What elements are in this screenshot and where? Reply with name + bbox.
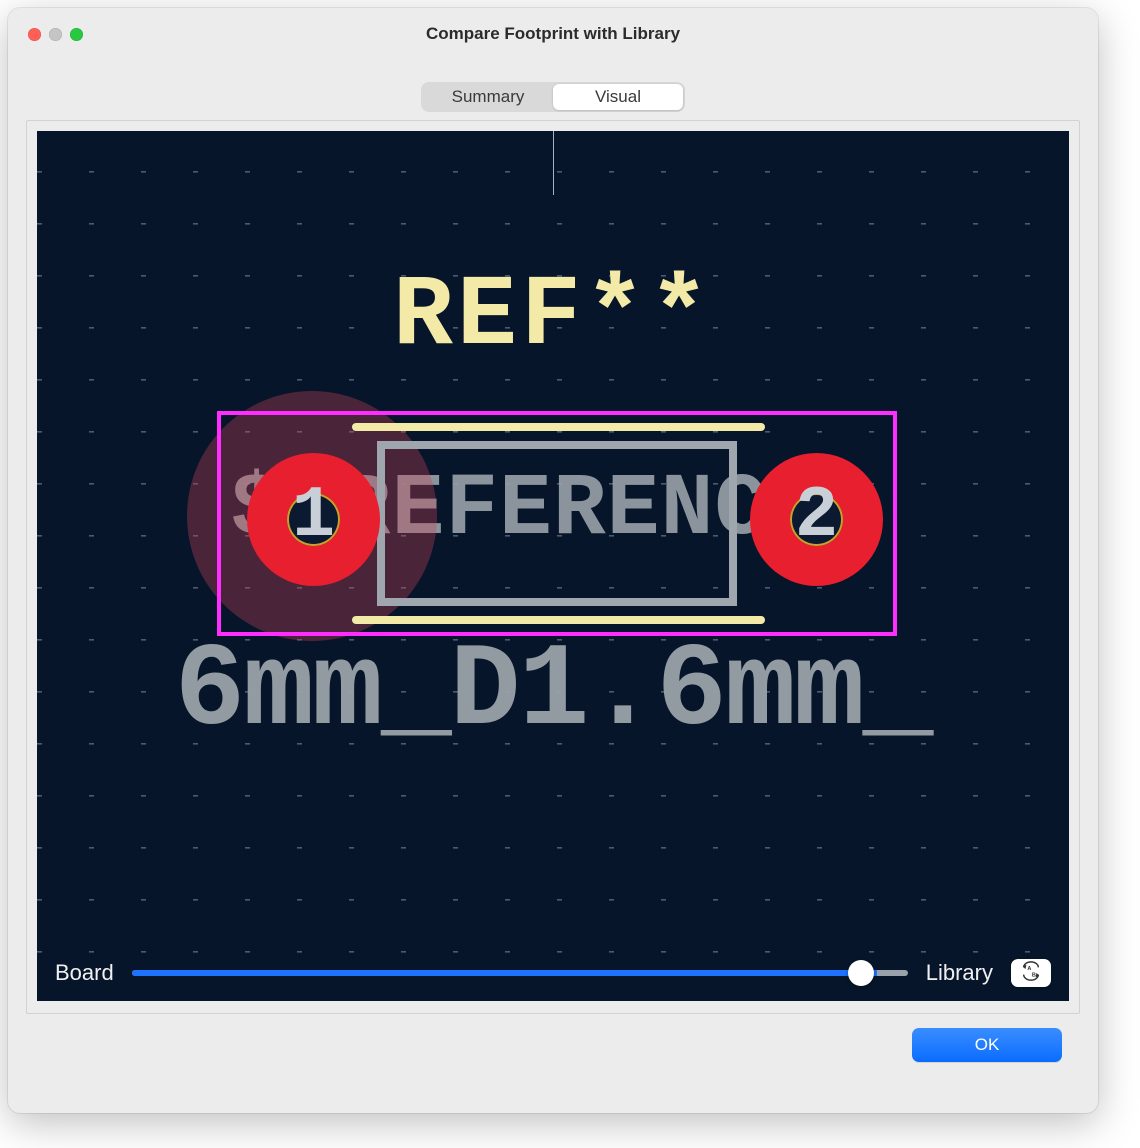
slider-fill — [132, 970, 877, 976]
pad-2-number: 2 — [750, 475, 883, 557]
tab-summary[interactable]: Summary — [423, 84, 553, 110]
ok-button[interactable]: OK — [912, 1028, 1062, 1062]
minimize-icon — [49, 28, 62, 41]
svg-text:B: B — [1032, 972, 1036, 978]
slider-left-label: Board — [55, 960, 114, 986]
footprint-canvas[interactable]: REF** ${REFERENCE} 1 2 6mm — [37, 131, 1069, 1001]
window-title: Compare Footprint with Library — [8, 24, 1098, 44]
silkscreen-line-bottom — [352, 616, 765, 624]
silkscreen-line-top — [352, 423, 765, 431]
dialog-body: Summary Visual — [8, 82, 1098, 1080]
dialog-button-row: OK — [26, 1014, 1080, 1062]
pad-1: 1 — [247, 453, 380, 586]
silkscreen-ref-text: REF** — [37, 261, 1069, 374]
footprint-overlay: REF** ${REFERENCE} 1 2 6mm — [37, 131, 1069, 1001]
zoom-icon[interactable] — [70, 28, 83, 41]
slider-right-label: Library — [926, 960, 993, 986]
blend-slider[interactable] — [132, 961, 908, 985]
slider-track — [132, 970, 908, 976]
pad-1-number: 1 — [247, 475, 380, 557]
visual-panel: REF** ${REFERENCE} 1 2 6mm — [26, 120, 1080, 1014]
close-icon[interactable] — [28, 28, 41, 41]
swap-ab-button[interactable]: A B — [1011, 959, 1051, 987]
traffic-lights — [28, 28, 83, 41]
segmented-control: Summary Visual — [421, 82, 685, 112]
tab-bar: Summary Visual — [26, 82, 1080, 112]
slider-thumb[interactable] — [848, 960, 874, 986]
titlebar: Compare Footprint with Library — [8, 8, 1098, 60]
swap-ab-icon: A B — [1020, 961, 1042, 986]
fab-outline-rect — [377, 441, 737, 606]
svg-text:A: A — [1027, 966, 1031, 972]
fab-footprint-name: 6mm_D1.6mm_ — [37, 626, 1069, 759]
canvas-footer: Board Library — [37, 959, 1069, 987]
pad-2: 2 — [750, 453, 883, 586]
dialog-window: Compare Footprint with Library Summary V… — [8, 8, 1098, 1113]
tab-visual[interactable]: Visual — [553, 84, 683, 110]
